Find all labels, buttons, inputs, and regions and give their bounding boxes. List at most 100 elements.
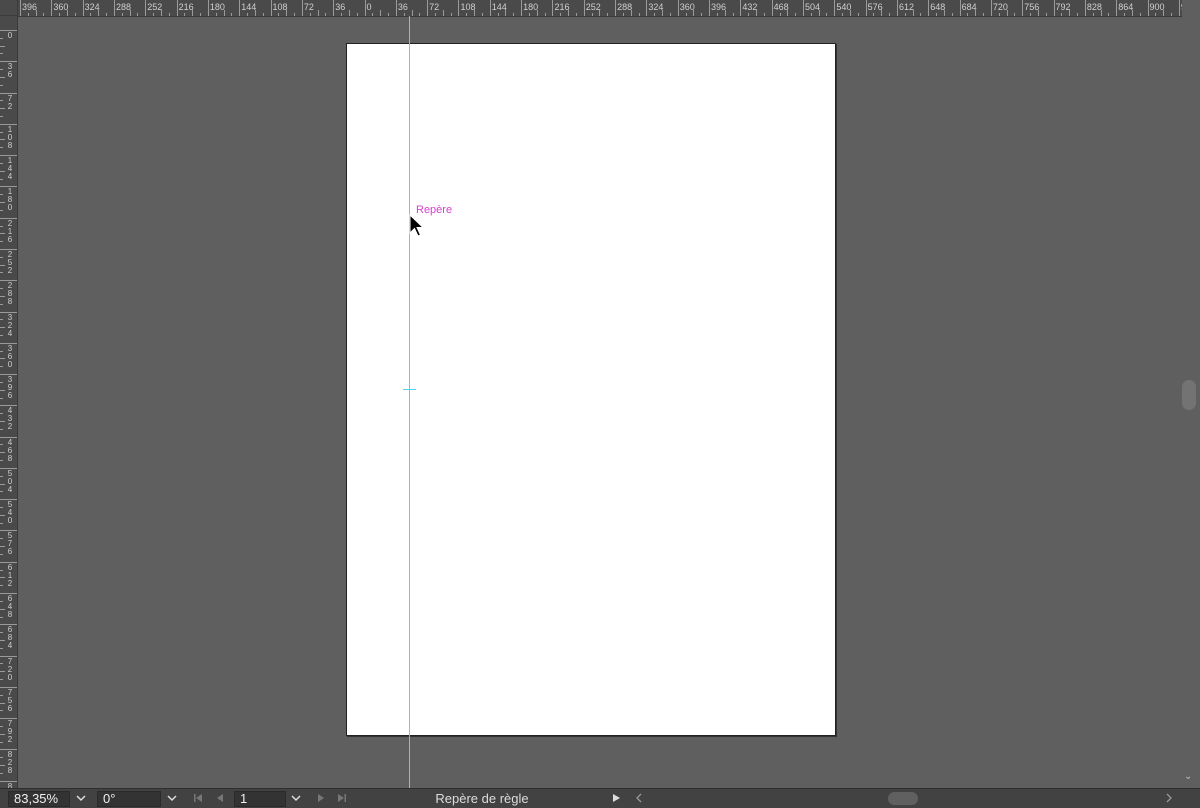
rotation-input[interactable]: 0° [97, 791, 161, 807]
ruler-minor-tick [0, 546, 5, 548]
ruler-major-tick [489, 0, 491, 16]
ruler-minor-tick [137, 13, 139, 16]
ruler-major-tick [207, 0, 209, 16]
ruler-minor-tick [0, 757, 3, 759]
horizontal-ruler[interactable]: 396 360 324 288 252 216 180 144 108 72 36 0 36 72 108 1… [18, 0, 1182, 17]
ruler-major-tick [395, 0, 397, 16]
ruler-minor-tick [0, 553, 3, 555]
ruler-label: 108 [7, 124, 13, 150]
ruler-minor-tick [0, 428, 3, 430]
ruler-minor-tick [442, 10, 444, 16]
ruler-minor-tick [231, 13, 233, 16]
chevron-down-icon[interactable] [72, 791, 90, 807]
ruler-minor-tick [1069, 10, 1071, 16]
ruler-minor-tick [59, 13, 61, 16]
ruler-minor-tick [0, 733, 5, 735]
ruler-major-tick [771, 0, 773, 16]
chevron-down-icon[interactable]: ⌄ [1184, 771, 1192, 782]
ruler-origin-corner[interactable] [0, 0, 18, 16]
ruler-major-tick [552, 0, 554, 16]
first-page-icon[interactable] [190, 791, 206, 807]
play-icon[interactable] [608, 791, 624, 807]
ruler-minor-tick [568, 10, 570, 16]
ruler-minor-tick [724, 10, 726, 16]
chevron-down-icon[interactable] [287, 791, 305, 807]
ruler-minor-tick [0, 491, 3, 493]
ruler-minor-tick [403, 13, 405, 16]
ruler-minor-tick [0, 663, 3, 665]
ruler-minor-tick [0, 444, 3, 446]
ruler-major-tick [113, 0, 115, 16]
ruler-label: 576 [7, 531, 13, 557]
page-number-input[interactable]: 1 [234, 791, 286, 807]
ruler-guide-line[interactable] [409, 16, 410, 788]
ruler-minor-tick [0, 647, 3, 649]
ruler-minor-tick [544, 13, 546, 16]
ruler-minor-tick [0, 358, 5, 360]
ruler-minor-tick [35, 10, 37, 16]
ruler-minor-tick [622, 13, 624, 16]
ruler-major-tick [896, 0, 898, 16]
ruler-minor-tick [998, 13, 1000, 16]
ruler-minor-tick [0, 76, 5, 78]
ruler-minor-tick [1131, 10, 1133, 16]
ruler-minor-tick [0, 514, 5, 516]
next-page-icon[interactable] [313, 791, 329, 807]
ruler-label: 0 [366, 2, 372, 12]
ruler-minor-tick [0, 45, 5, 47]
ruler-minor-tick [975, 10, 977, 16]
ruler-minor-tick [223, 10, 225, 16]
artboard-page[interactable] [346, 43, 836, 736]
chevron-down-icon[interactable] [163, 791, 181, 807]
ruler-minor-tick [121, 13, 123, 16]
ruler-major-tick [427, 0, 429, 16]
chevron-left-icon[interactable] [632, 791, 646, 807]
ruler-minor-tick [669, 13, 671, 16]
ruler-minor-tick [505, 10, 507, 16]
ruler-minor-tick [0, 350, 3, 352]
ruler-minor-tick [1045, 13, 1047, 16]
ruler-minor-tick [0, 225, 3, 227]
ruler-minor-tick [356, 13, 358, 16]
ruler-minor-tick [1092, 13, 1094, 16]
ruler-label: 792 [7, 719, 13, 745]
ruler-minor-tick [66, 10, 68, 16]
ruler-major-tick [834, 0, 836, 16]
ruler-major-tick [1116, 0, 1118, 16]
status-bar: 83,35% 0° 1 Repère de règle [0, 788, 1200, 808]
ruler-minor-tick [278, 13, 280, 16]
ruler-minor-tick [286, 10, 288, 16]
ruler-minor-tick [904, 13, 906, 16]
ruler-minor-tick [1100, 10, 1102, 16]
ruler-minor-tick [716, 13, 718, 16]
ruler-major-tick [1178, 0, 1180, 16]
ruler-minor-tick [810, 13, 812, 16]
ruler-major-tick [333, 0, 335, 16]
ruler-label: 36 [397, 2, 408, 12]
ruler-major-tick [990, 0, 992, 16]
vertical-scroll-thumb[interactable] [1182, 380, 1196, 410]
vertical-ruler[interactable]: 0 36 72 108 144 180 216 252 288 324 360 396 432 468 50… [0, 16, 18, 788]
ruler-label: 720 [7, 656, 13, 682]
ruler-minor-tick [756, 10, 758, 16]
ruler-label: 72 [303, 2, 314, 12]
ruler-minor-tick [0, 413, 3, 415]
ruler-minor-tick [967, 13, 969, 16]
ruler-minor-tick [0, 131, 3, 133]
ruler-minor-tick [0, 256, 3, 258]
horizontal-scroll-thumb[interactable] [888, 792, 918, 805]
ruler-minor-tick [0, 327, 5, 329]
ruler-minor-tick [1037, 10, 1039, 16]
last-page-icon[interactable] [334, 791, 350, 807]
chevron-right-icon[interactable] [1162, 791, 1176, 807]
prev-page-icon[interactable] [212, 791, 228, 807]
ruler-minor-tick [474, 10, 476, 16]
ruler-label: 828 [7, 750, 13, 776]
ruler-minor-tick [0, 53, 3, 55]
ruler-minor-tick [466, 13, 468, 16]
ruler-label: 72 [7, 93, 13, 111]
ruler-minor-tick [795, 13, 797, 16]
zoom-input[interactable]: 83,35% [8, 791, 70, 807]
ruler-minor-tick [654, 13, 656, 16]
ruler-minor-tick [0, 741, 3, 743]
